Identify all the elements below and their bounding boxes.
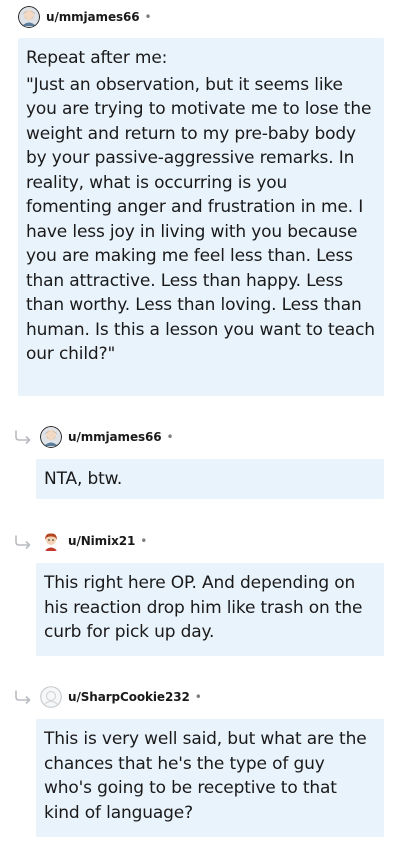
comment-text: Repeat after me:	[26, 48, 168, 68]
comment-header: u/mmjames66 •	[40, 424, 174, 450]
comment-header: u/mmjames66 •	[18, 4, 152, 30]
comment-text: This is very well said, but what are the…	[44, 729, 367, 823]
comment-text: "Just an observation, but it seems like …	[26, 74, 375, 365]
comment-body: NTA, btw.	[36, 459, 384, 499]
comment-header: u/Nimix21 •	[40, 528, 147, 554]
bearded-avatar-icon[interactable]	[18, 6, 40, 28]
reply-arrow-icon	[15, 690, 31, 704]
separator-dot: •	[140, 534, 148, 548]
default-avatar-icon[interactable]	[40, 686, 62, 708]
username[interactable]: u/mmjames66	[68, 430, 162, 444]
reply-arrow-icon	[15, 535, 31, 549]
separator-dot: •	[144, 10, 152, 24]
comment-text: NTA, btw.	[44, 469, 123, 489]
comment-body: Repeat after me: "Just an observation, b…	[18, 38, 384, 396]
comment-header: u/SharpCookie232 •	[40, 684, 202, 710]
separator-dot: •	[194, 690, 202, 704]
comment-body: This right here OP. And depending on his…	[36, 563, 384, 656]
bearded-avatar-icon[interactable]	[40, 426, 62, 448]
comment-text: This right here OP. And depending on his…	[44, 573, 363, 642]
comment-thread: u/mmjames66 • Repeat after me: "Just an …	[0, 0, 400, 854]
reply-arrow-icon	[15, 430, 31, 444]
username[interactable]: u/Nimix21	[68, 534, 135, 548]
username[interactable]: u/SharpCookie232	[68, 690, 190, 704]
comment-body: This is very well said, but what are the…	[36, 719, 384, 837]
separator-dot: •	[166, 430, 174, 444]
red-haired-avatar-icon[interactable]	[40, 530, 62, 552]
username[interactable]: u/mmjames66	[46, 10, 140, 24]
